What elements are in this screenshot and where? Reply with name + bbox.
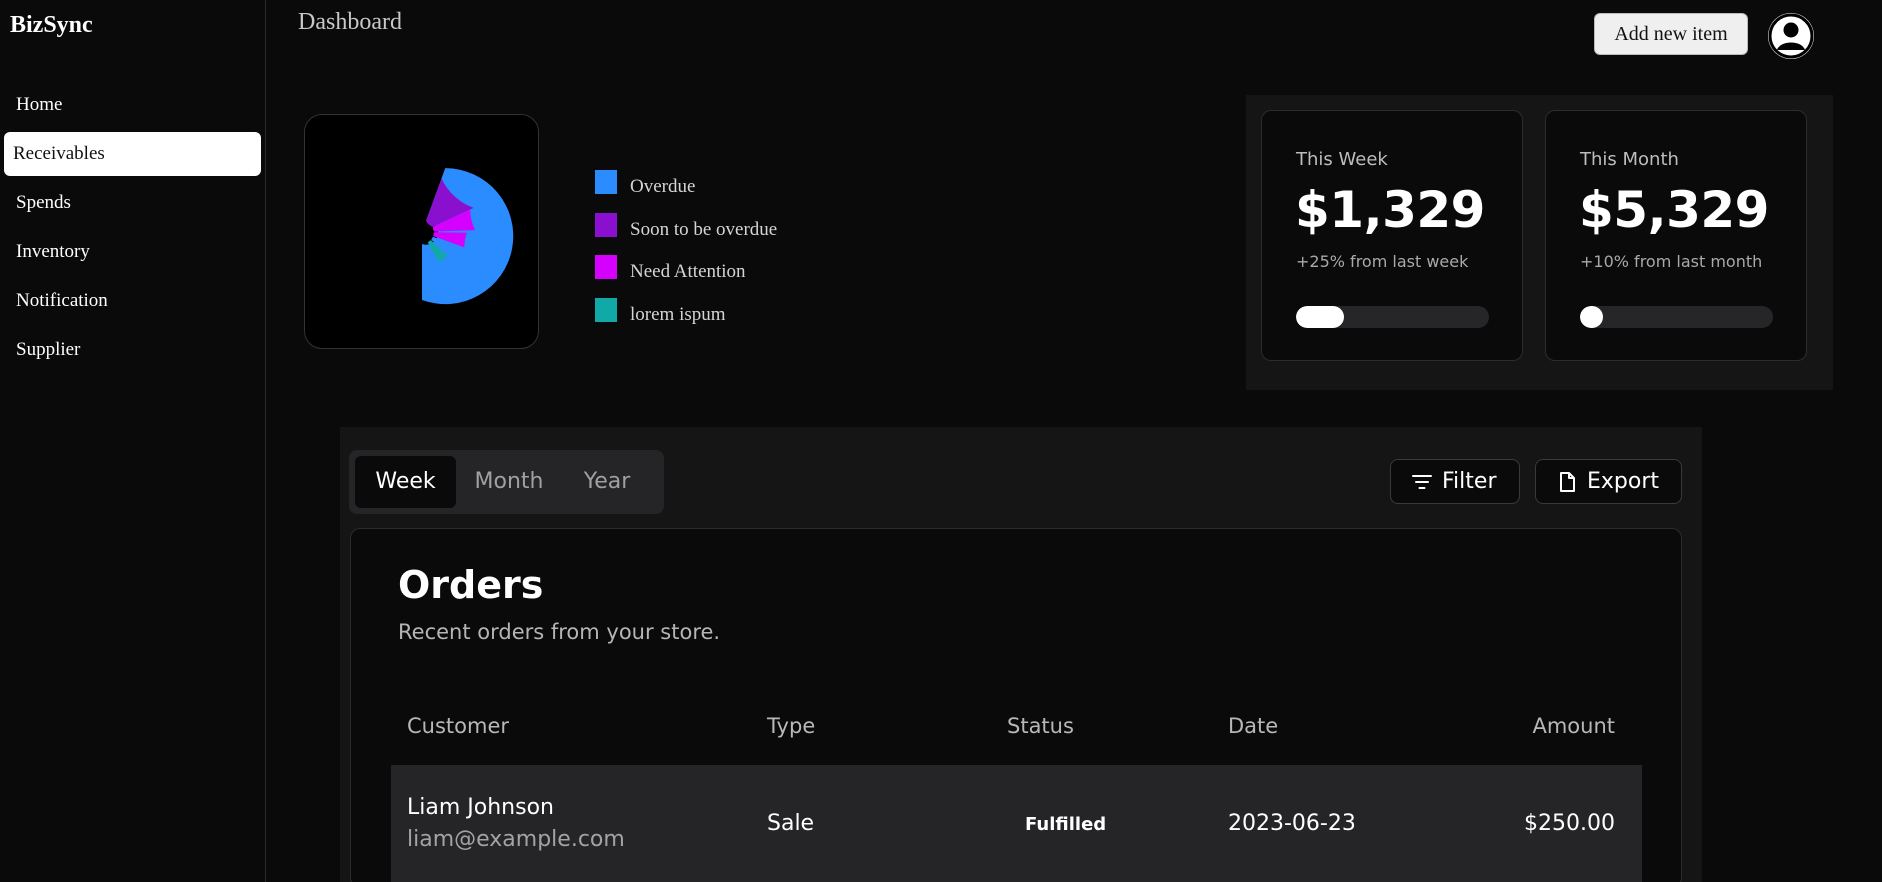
legend-label: lorem ispum (630, 303, 726, 325)
legend-label: Need Attention (630, 261, 746, 282)
legend-item-soon-overdue: Soon to be overdue (595, 212, 778, 256)
stat-label: This Month (1580, 149, 1679, 170)
export-button[interactable]: Export (1535, 459, 1682, 504)
progress-bar (1580, 306, 1773, 328)
order-type: Sale (767, 811, 815, 836)
tab-week[interactable]: Week (355, 456, 456, 508)
stat-change: +10% from last month (1580, 252, 1763, 271)
legend-item-overdue: Overdue (595, 170, 777, 213)
sidebar-item-spends[interactable]: Spends (4, 181, 261, 225)
tab-year[interactable]: Year (561, 456, 653, 508)
period-tabs: Week Month Year (349, 450, 664, 514)
user-avatar[interactable] (1768, 13, 1814, 59)
orders-card: Orders Recent orders from your store. Cu… (350, 528, 1682, 882)
customer-name: Liam Johnson (407, 795, 554, 820)
file-icon (1560, 471, 1575, 492)
sidebar: BizSync Home Receivables Spends Inventor… (0, 0, 266, 882)
customer-email: liam@example.com (407, 827, 625, 852)
stat-value: $5,329 (1579, 181, 1769, 239)
legend-swatch (595, 170, 617, 194)
stats-panel: This Week $1,329 +25% from last week Thi… (1246, 95, 1833, 390)
filter-icon (1412, 474, 1432, 489)
status-badge: Fulfilled (1025, 814, 1107, 835)
user-icon (1768, 13, 1814, 59)
legend-item-need-attention: Need Attention (595, 255, 777, 298)
stat-change: +25% from last week (1296, 252, 1469, 271)
add-new-item-button[interactable]: Add new item (1594, 13, 1748, 55)
column-header-status[interactable]: Status (1007, 714, 1074, 738)
receivables-donut-card (304, 114, 539, 349)
column-header-type[interactable]: Type (767, 714, 815, 738)
page-title: Dashboard (298, 9, 402, 35)
order-amount: $250.00 (1524, 811, 1615, 836)
column-header-amount[interactable]: Amount (1532, 714, 1615, 738)
legend-item-lorem: lorem ispum (595, 297, 777, 341)
filter-button[interactable]: Filter (1390, 459, 1520, 504)
stat-label: This Week (1296, 149, 1388, 170)
tab-month[interactable]: Month (461, 456, 557, 508)
sidebar-nav: Home Receivables Spends Inventory Notifi… (4, 83, 261, 377)
export-label: Export (1587, 469, 1660, 494)
sidebar-item-home[interactable]: Home (4, 83, 261, 127)
sidebar-item-inventory[interactable]: Inventory (4, 230, 261, 274)
sidebar-item-supplier[interactable]: Supplier (4, 328, 261, 372)
progress-fill (1580, 306, 1604, 328)
orders-panel: Week Month Year Filter Export Orders Rec… (340, 427, 1702, 882)
stat-card-month: This Month $5,329 +10% from last month (1545, 110, 1807, 361)
sidebar-item-notification[interactable]: Notification (4, 279, 261, 323)
column-header-customer[interactable]: Customer (407, 714, 509, 738)
progress-bar (1296, 306, 1489, 328)
stat-card-week: This Week $1,329 +25% from last week (1261, 110, 1523, 361)
filter-label: Filter (1442, 469, 1497, 494)
donut-legend: Overdue Soon to be overdue Need Attentio… (595, 170, 777, 340)
orders-subtitle: Recent orders from your store. (398, 620, 721, 644)
progress-fill (1296, 306, 1345, 328)
stat-value: $1,329 (1295, 181, 1485, 239)
brand-logo: BizSync (10, 12, 93, 38)
legend-label: Overdue (630, 176, 696, 197)
legend-label: Soon to be overdue (630, 218, 778, 240)
legend-swatch (595, 212, 617, 237)
legend-swatch (595, 297, 617, 322)
order-date: 2023-06-23 (1228, 811, 1356, 836)
legend-swatch (595, 255, 617, 279)
table-row[interactable]: Liam Johnson liam@example.com Sale Fulfi… (391, 765, 1642, 882)
orders-title: Orders (398, 563, 544, 607)
column-header-date[interactable]: Date (1228, 714, 1278, 738)
sidebar-item-receivables[interactable]: Receivables (4, 132, 261, 176)
receivables-donut-chart (422, 168, 514, 305)
